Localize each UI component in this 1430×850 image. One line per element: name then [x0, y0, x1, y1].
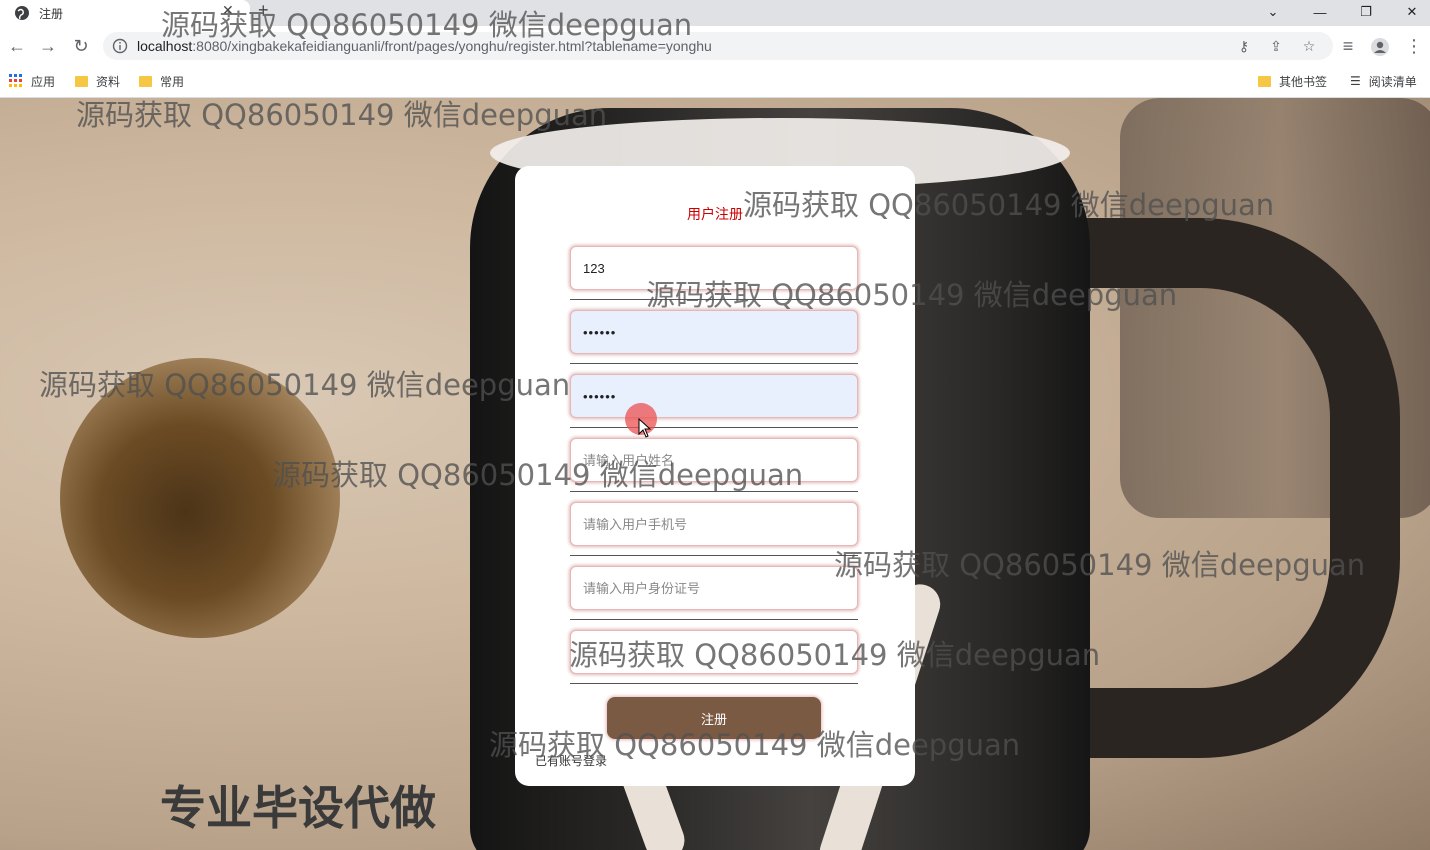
- reading-list-label: 阅读清单: [1368, 74, 1417, 89]
- confirm-password-field: [570, 374, 858, 428]
- field-divider: [570, 363, 858, 364]
- restore-icon[interactable]: ❐: [1343, 0, 1389, 24]
- phone-field: [570, 502, 858, 556]
- watermark-text: 源码获取 QQ86050149 微信deepguan: [489, 728, 1021, 762]
- share-icon[interactable]: ⇪: [1268, 38, 1284, 54]
- menu-dots-icon[interactable]: ⋮: [1403, 35, 1425, 57]
- globe-icon: [15, 6, 29, 20]
- star-icon[interactable]: ☆: [1301, 38, 1317, 54]
- other-bookmarks-label: 其他书签: [1279, 74, 1328, 89]
- folder-icon: [1258, 75, 1271, 87]
- watermark-text: 源码获取 QQ86050149 微信deepguan: [161, 8, 693, 42]
- watermark-text: 源码获取 QQ86050149 微信deepguan: [569, 638, 1101, 672]
- watermark-text: 源码获取 QQ86050149 微信deepguan: [76, 98, 608, 132]
- password-input[interactable]: [570, 310, 858, 354]
- close-window-icon[interactable]: ✕: [1389, 0, 1430, 24]
- tab-search-icon[interactable]: ⌄: [1250, 0, 1296, 24]
- key-icon[interactable]: ⚷: [1236, 38, 1252, 54]
- folder-icon: [139, 75, 152, 87]
- info-icon[interactable]: [112, 38, 128, 54]
- watermark-text: 源码获取 QQ86050149 微信deepguan: [272, 458, 804, 492]
- bookmark-folder-changyong[interactable]: 常用: [139, 72, 184, 90]
- field-divider: [570, 427, 858, 428]
- other-bookmarks[interactable]: 其他书签: [1258, 72, 1327, 90]
- tab-title: 注册: [39, 7, 64, 21]
- id-number-input[interactable]: [570, 566, 858, 610]
- bookmark-apps[interactable]: 应用: [9, 72, 55, 90]
- confirm-password-input[interactable]: [570, 374, 858, 418]
- field-divider: [570, 619, 858, 620]
- id-number-field: [570, 566, 858, 620]
- reading-list[interactable]: ☰ 阅读清单: [1350, 72, 1417, 90]
- watermark-text: 源码获取 QQ86050149 微信deepguan: [743, 188, 1275, 222]
- forward-icon[interactable]: →: [37, 35, 59, 57]
- bookmark-folder-ziliao[interactable]: 资料: [75, 72, 120, 90]
- field-divider: [570, 683, 858, 684]
- phone-input[interactable]: [570, 502, 858, 546]
- bookmark-label: 应用: [31, 74, 56, 89]
- minimize-icon[interactable]: —: [1297, 0, 1343, 24]
- password-field: [570, 310, 858, 364]
- reading-list-icon: ☰: [1350, 74, 1361, 88]
- watermark-text: 源码获取 QQ86050149 微信deepguan: [834, 548, 1366, 582]
- watermark-text: 源码获取 QQ86050149 微信deepguan: [646, 278, 1178, 312]
- bookmark-label: 资料: [96, 74, 121, 89]
- back-icon[interactable]: ←: [6, 35, 28, 57]
- watermark-text: 源码获取 QQ86050149 微信deepguan: [39, 368, 571, 402]
- promo-text: 专业毕设代做: [160, 781, 436, 835]
- field-divider: [570, 555, 858, 556]
- bookmark-label: 常用: [160, 74, 185, 89]
- reload-icon[interactable]: ↻: [70, 35, 92, 57]
- apps-grid-icon: [9, 74, 22, 87]
- profile-avatar-icon[interactable]: [1370, 37, 1390, 57]
- mouse-cursor-icon: [638, 418, 652, 438]
- media-icon[interactable]: ≡: [1337, 35, 1359, 57]
- folder-icon: [75, 75, 88, 87]
